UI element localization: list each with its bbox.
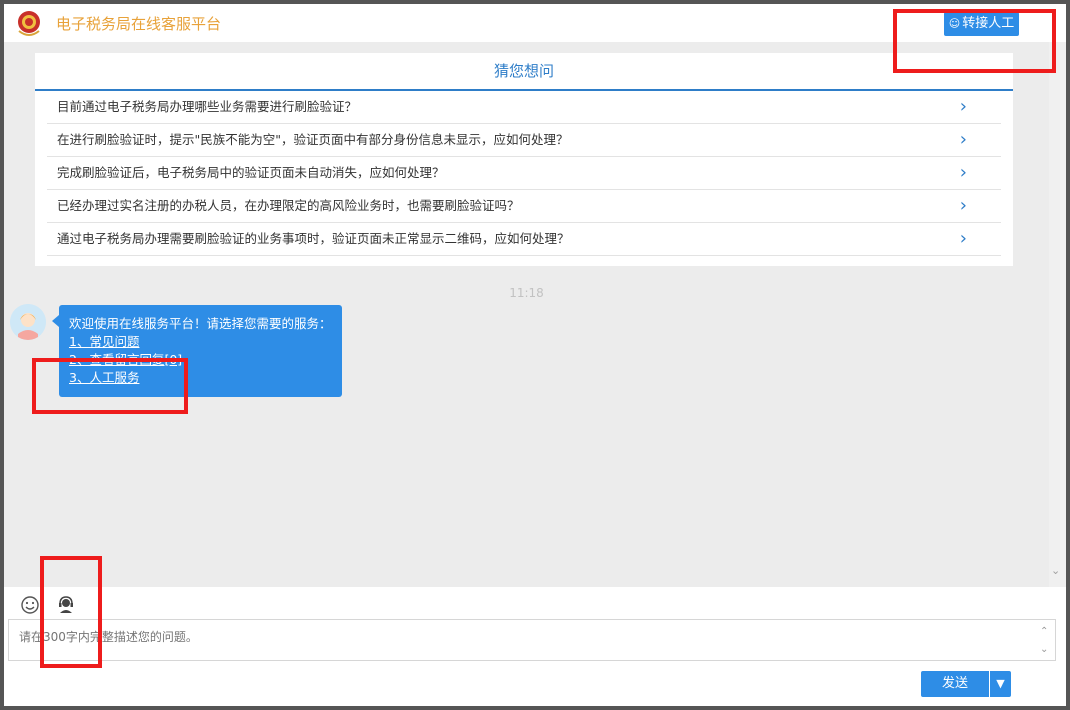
bot-message-intro: 欢迎使用在线服务平台！请选择您需要的服务：: [69, 316, 332, 331]
input-scroll-arrows[interactable]: ⌃ ⌄: [1040, 623, 1048, 659]
smiley-icon[interactable]: [20, 595, 40, 615]
transfer-to-agent-button[interactable]: ☺ 转接人工: [944, 12, 1019, 36]
tax-emblem-logo: [18, 11, 40, 36]
send-button-group: 发送 ▼: [921, 671, 1011, 697]
app-title: 电子税务局在线客服平台: [56, 15, 222, 33]
window-frame: 电子税务局在线客服平台 ☺ 转接人工 猜您想问 目前通过电子税务局办理哪些业务需要…: [0, 0, 1070, 710]
suggested-question-item[interactable]: 完成刷脸验证后，电子税务局中的验证页面未自动消失，应如何处理？ ›: [47, 157, 1001, 190]
chevron-right-icon: ›: [959, 228, 967, 249]
composer: ⌃⌄ 发送 ▼: [4, 587, 1066, 706]
chevron-right-icon: ›: [959, 162, 967, 183]
suggested-question-text: 在进行刷脸验证时，提示"民族不能为空"，验证页面中有部分身份信息未显示，应如何处…: [57, 132, 569, 147]
bot-avatar: [10, 304, 46, 340]
suggested-question-item[interactable]: 通过电子税务局办理需要刷脸验证的业务事项时，验证页面未正常显示二维码，应如何处理…: [47, 223, 1001, 256]
agent-chat-icon: ☺: [948, 17, 961, 30]
suggested-question-item[interactable]: 已经办理过实名注册的办税人员，在办理限定的高风险业务时，也需要刷脸验证吗？ ›: [47, 190, 1001, 223]
header: 电子税务局在线客服平台 ☺ 转接人工: [4, 4, 1066, 42]
message-timestamp: 11:18: [509, 286, 544, 300]
message-input[interactable]: [8, 619, 1056, 661]
chevron-right-icon: ›: [959, 96, 967, 117]
send-options-dropdown-icon[interactable]: ▼: [989, 671, 1011, 697]
suggested-questions-list: 目前通过电子税务局办理哪些业务需要进行刷脸验证？ › 在进行刷脸验证时，提示"民…: [35, 91, 1013, 256]
suggested-question-text: 完成刷脸验证后，电子税务局中的验证页面未自动消失，应如何处理？: [57, 165, 445, 180]
scroll-down-icon[interactable]: ⌄: [1051, 564, 1060, 577]
suggested-questions-title: 猜您想问: [35, 53, 1013, 91]
option-human-service-link[interactable]: 3、人工服务: [69, 369, 332, 387]
chat-area[interactable]: 猜您想问 目前通过电子税务局办理哪些业务需要进行刷脸验证？ › 在进行刷脸验证时…: [4, 42, 1049, 587]
option-faq-link[interactable]: 1、常见问题: [69, 333, 332, 351]
bot-avatar-icon: [10, 304, 46, 340]
chevron-right-icon: ›: [959, 129, 967, 150]
transfer-to-agent-label: 转接人工: [962, 16, 1015, 31]
suggested-question-text: 通过电子税务局办理需要刷脸验证的业务事项时，验证页面未正常显示二维码，应如何处理…: [57, 231, 570, 246]
send-button[interactable]: 发送: [921, 671, 989, 697]
suggested-question-item[interactable]: 在进行刷脸验证时，提示"民族不能为空"，验证页面中有部分身份信息未显示，应如何处…: [47, 124, 1001, 157]
suggested-questions-card: 猜您想问 目前通过电子税务局办理哪些业务需要进行刷脸验证？ › 在进行刷脸验证时…: [35, 53, 1013, 266]
headset-agent-icon[interactable]: [56, 595, 76, 615]
suggested-question-text: 已经办理过实名注册的办税人员，在办理限定的高风险业务时，也需要刷脸验证吗？: [57, 198, 520, 213]
chevron-right-icon: ›: [959, 195, 967, 216]
chat-scrollbar[interactable]: ⌄: [1049, 42, 1066, 587]
bot-message-bubble: 欢迎使用在线服务平台！请选择您需要的服务： 1、常见问题 2、查看留言回复[0]…: [52, 305, 342, 397]
suggested-question-item[interactable]: 目前通过电子税务局办理哪些业务需要进行刷脸验证？ ›: [47, 91, 1001, 124]
suggested-question-text: 目前通过电子税务局办理哪些业务需要进行刷脸验证？: [57, 99, 358, 114]
option-view-replies-link[interactable]: 2、查看留言回复[0]: [69, 351, 332, 369]
